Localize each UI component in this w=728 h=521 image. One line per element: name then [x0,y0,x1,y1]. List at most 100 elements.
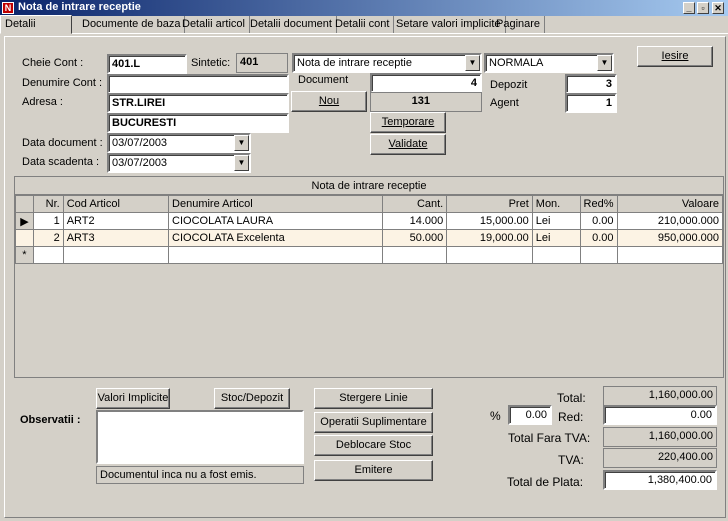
new-row[interactable]: * [15,246,723,264]
total-de-plata-label: Total de Plata: [507,475,584,489]
table-row[interactable]: ▶ 1 ART2 CIOCOLATA LAURA 14.000 15,000.0… [15,212,723,230]
chevron-down-icon[interactable]: ▼ [234,135,249,151]
tab-detalii[interactable]: Detalii [0,15,72,34]
stoc-depozit-button[interactable]: Stoc/Depozit [214,388,290,409]
chevron-down-icon[interactable]: ▼ [465,55,480,71]
percent-input[interactable]: 0.00 [508,405,552,425]
validate-button[interactable]: Validate [370,134,446,155]
agent-input[interactable]: 1 [565,93,617,113]
deblocare-stoc-label: Deblocare Stoc [335,439,412,451]
cell-empty[interactable] [381,246,448,264]
red-input[interactable]: 0.00 [603,405,717,425]
cell-nr[interactable]: 2 [32,229,64,247]
total-de-plata-value: 1,380,400.00 [603,470,717,490]
iesire-label: Iesire [661,50,689,62]
tab-setare-valori-implicite[interactable]: Setare valori implicite [392,16,506,34]
close-button[interactable]: ✕ [712,2,724,14]
nou-number-value: 131 [370,92,482,112]
operatii-suplimentare-label: Operatii Suplimentare [320,416,427,428]
column-header-cant[interactable]: Cant. [381,195,448,213]
column-header-pret[interactable]: Pret [446,195,533,213]
depozit-input[interactable]: 3 [565,74,617,94]
adresa-line2-input[interactable]: BUCURESTI [107,113,289,133]
cell-valoare[interactable]: 950,000.000 [616,229,723,247]
data-scadenta-picker[interactable]: 03/07/2003 ▼ [107,153,251,173]
maximize-button[interactable]: ▫ [697,2,709,14]
cell-cant[interactable]: 50.000 [381,229,448,247]
cell-mon[interactable]: Lei [531,229,581,247]
stergere-linie-label: Stergere Linie [339,392,408,404]
tab-bar: Detalii Documente de baza Detalii artico… [0,15,728,34]
cell-empty[interactable] [168,246,383,264]
table-row[interactable]: 2 ART3 CIOCOLATA Excelenta 50.000 19,000… [15,229,723,247]
tab-detalii-articol[interactable]: Detalii articol [178,16,250,34]
nou-button[interactable]: Nou [291,91,367,112]
row-selector[interactable] [15,229,34,247]
total-fara-tva-value: 1,160,000.00 [603,427,717,447]
observatii-textarea[interactable] [96,410,304,464]
minimize-button[interactable]: _ [683,2,695,14]
cell-empty[interactable] [62,246,170,264]
depozit-label: Depozit [490,79,528,91]
cell-empty[interactable] [531,246,581,264]
cell-empty[interactable] [446,246,533,264]
cell-pret[interactable]: 15,000.00 [446,212,533,230]
document-type-select[interactable]: Nota de intrare receptie ▼ [292,53,482,73]
cell-denumire-articol[interactable]: CIOCOLATA LAURA [168,212,383,230]
operatii-suplimentare-button[interactable]: Operatii Suplimentare [314,412,433,433]
iesire-button[interactable]: Iesire [637,46,713,67]
red-label: Red: [558,410,584,424]
deblocare-stoc-button[interactable]: Deblocare Stoc [314,435,433,456]
data-document-picker[interactable]: 03/07/2003 ▼ [107,133,251,153]
cell-valoare[interactable]: 210,000.000 [616,212,723,230]
observatii-label: Observatii : [20,414,81,426]
tab-detalii-cont[interactable]: Detalii cont [331,16,395,34]
temporare-button[interactable]: Temporare [370,112,446,133]
document-number-input[interactable]: 4 [370,73,482,93]
items-grid[interactable]: Nota de intrare receptie Nr. Cod Articol… [14,176,724,378]
data-scadenta-value: 03/07/2003 [112,157,168,169]
chevron-down-icon[interactable]: ▼ [597,55,612,71]
cell-red[interactable]: 0.00 [579,212,618,230]
denumire-cont-input[interactable] [107,74,289,94]
total-label: Total: [557,391,586,405]
column-header-denumire-articol[interactable]: Denumire Articol [168,195,383,213]
validate-label: Validate [388,138,428,150]
tab-documente-de-baza[interactable]: Documente de baza [78,16,186,34]
cell-empty[interactable] [616,246,723,264]
valori-implicite-button[interactable]: Valori Implicite [96,388,170,409]
new-row-icon[interactable]: * [15,246,34,264]
cell-mon[interactable]: Lei [531,212,581,230]
row-selector-header [15,195,34,213]
column-header-valoare[interactable]: Valoare [616,195,723,213]
cell-empty[interactable] [32,246,64,264]
column-header-mon[interactable]: Mon. [531,195,581,213]
items-table: Nr. Cod Articol Denumire Articol Cant. P… [15,195,723,264]
valori-implicite-label: Valori Implicite [97,392,169,404]
sintetic-value: 401 [236,53,288,73]
cell-cod-articol[interactable]: ART3 [62,229,170,247]
adresa-line1-input[interactable]: STR.LIREI [107,93,289,113]
cell-cant[interactable]: 14.000 [381,212,448,230]
stergere-linie-button[interactable]: Stergere Linie [314,388,433,409]
chevron-down-icon[interactable]: ▼ [234,155,249,171]
current-row-icon[interactable]: ▶ [15,212,34,230]
cell-pret[interactable]: 19,000.00 [446,229,533,247]
column-header-nr[interactable]: Nr. [32,195,64,213]
cell-denumire-articol[interactable]: CIOCOLATA Excelenta [168,229,383,247]
tab-detalii-document[interactable]: Detalii document [246,16,337,34]
cell-empty[interactable] [579,246,618,264]
column-header-red[interactable]: Red% [579,195,618,213]
tab-divider [0,33,728,34]
emitere-button[interactable]: Emitere [314,460,433,481]
column-header-cod-articol[interactable]: Cod Articol [62,195,170,213]
cell-nr[interactable]: 1 [32,212,64,230]
cell-cod-articol[interactable]: ART2 [62,212,170,230]
tab-paginare[interactable]: Paginare [492,16,546,34]
document-icon: N [2,2,14,14]
mode-select[interactable]: NORMALA ▼ [484,53,614,73]
data-scadenta-label: Data scadenta : [22,156,100,168]
cell-red[interactable]: 0.00 [579,229,618,247]
window-title: Nota de intrare receptie [18,1,141,13]
cheie-cont-input[interactable]: 401.L [107,54,187,74]
